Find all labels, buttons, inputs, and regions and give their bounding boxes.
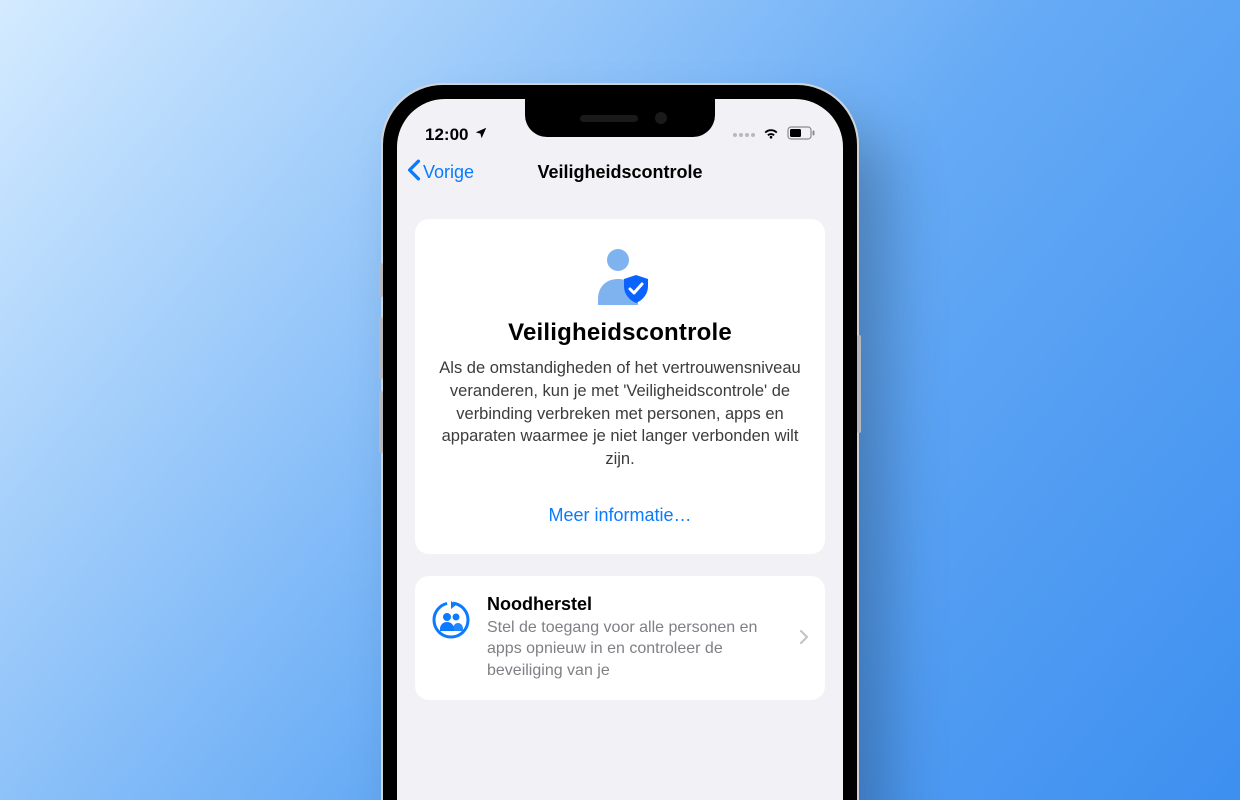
chevron-left-icon xyxy=(407,159,421,186)
phone-frame: 12:00 xyxy=(383,85,857,800)
chevron-right-icon xyxy=(799,625,809,650)
device-notch xyxy=(525,99,715,137)
hero-card: Veiligheidscontrole Als de omstandighede… xyxy=(415,219,825,554)
battery-icon xyxy=(787,125,815,145)
speaker-grille xyxy=(580,115,638,122)
volume-down-button[interactable] xyxy=(379,391,383,453)
cellular-dots-icon xyxy=(733,133,755,137)
power-button[interactable] xyxy=(857,335,861,433)
emergency-reset-option[interactable]: Noodherstel Stel de toegang voor alle pe… xyxy=(415,576,825,700)
back-button[interactable]: Vorige xyxy=(407,159,474,186)
option-body: Noodherstel Stel de toegang voor alle pe… xyxy=(487,594,783,682)
back-button-label: Vorige xyxy=(423,162,474,183)
front-camera xyxy=(655,112,667,124)
wifi-icon xyxy=(762,125,780,145)
hero-title: Veiligheidscontrole xyxy=(437,319,803,347)
status-right xyxy=(733,125,815,145)
safety-check-hero-icon xyxy=(437,245,803,305)
navigation-bar: Vorige Veiligheidscontrole xyxy=(397,149,843,195)
more-info-link[interactable]: Meer informatie… xyxy=(548,499,691,532)
clock-label: 12:00 xyxy=(425,125,468,145)
option-description: Stel de toegang voor alle personen en ap… xyxy=(487,617,783,682)
status-left: 12:00 xyxy=(425,125,488,145)
emergency-reset-icon xyxy=(431,594,471,640)
option-title: Noodherstel xyxy=(487,594,783,615)
mute-switch[interactable] xyxy=(379,263,383,297)
volume-up-button[interactable] xyxy=(379,317,383,379)
location-icon xyxy=(474,125,488,145)
content-area: Veiligheidscontrole Als de omstandighede… xyxy=(397,195,843,700)
hero-description: Als de omstandigheden of het vertrouwens… xyxy=(437,357,803,471)
screen: 12:00 xyxy=(397,99,843,800)
